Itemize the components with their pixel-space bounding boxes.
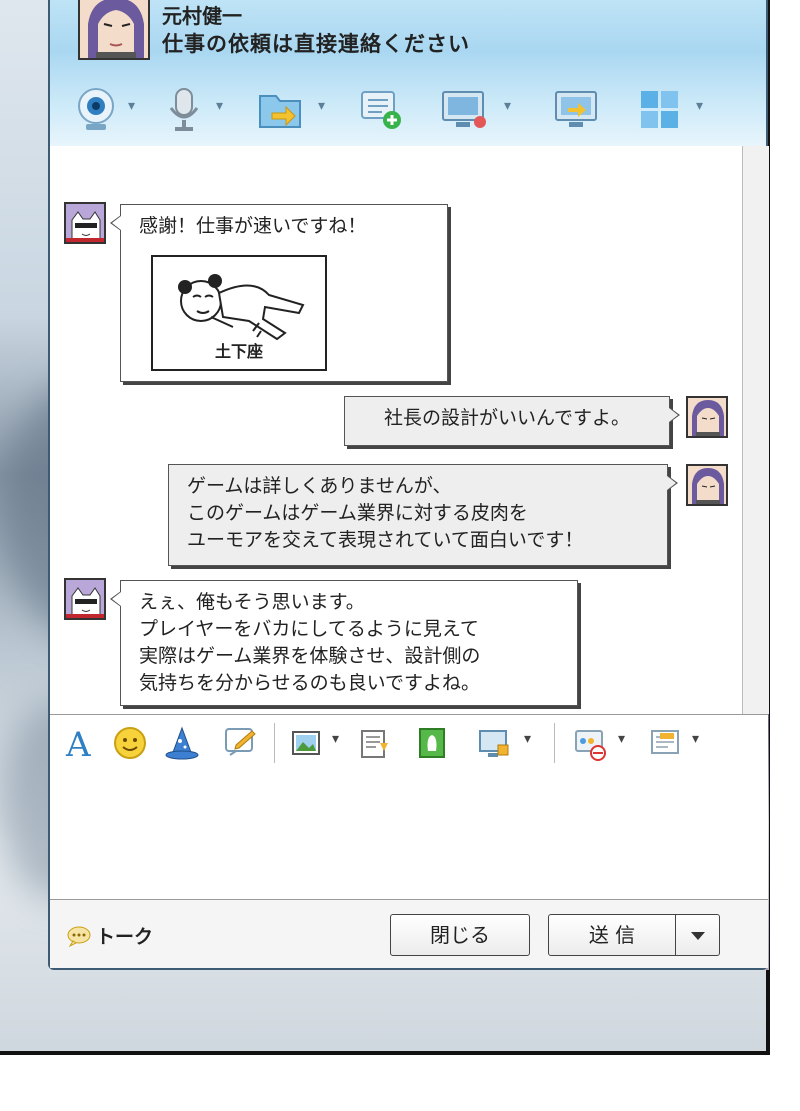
bowing-panda-drawing	[178, 274, 305, 341]
bubble-tail	[667, 475, 678, 491]
history-dropdown-icon[interactable]: ▾	[692, 731, 699, 747]
toolbar-divider	[274, 723, 275, 763]
sender-avatar	[64, 578, 106, 620]
title-bar: 元村健一 仕事の依頼は直接連絡ください ▾ ▾ ▾ ▾ ▾	[50, 0, 766, 147]
file-transfer-dropdown-icon[interactable]: ▾	[318, 98, 325, 114]
bubble-tail	[110, 591, 121, 607]
screen-share-dropdown-icon[interactable]: ▾	[504, 98, 511, 114]
sender-avatar	[64, 202, 106, 244]
apps-dropdown-icon[interactable]: ▾	[696, 98, 703, 114]
screen-capture-icon[interactable]	[476, 725, 512, 761]
message-text-line: ゲームは詳しくありませんが、	[187, 475, 452, 497]
microphone-icon[interactable]	[164, 86, 204, 132]
message-text-line: 実際はゲーム業界を体験させ、設計側の	[139, 645, 481, 667]
handwriting-icon[interactable]	[222, 725, 258, 761]
message-text: 感謝！仕事が速いですね！	[139, 215, 367, 237]
contact-avatar[interactable]	[78, 0, 150, 60]
image-dropdown-icon[interactable]: ▾	[332, 731, 339, 747]
microphone-dropdown-icon[interactable]: ▾	[216, 98, 223, 114]
chat-window: 元村健一 仕事の依頼は直接連絡ください ▾ ▾ ▾ ▾ ▾ 感謝！仕事が速いです…	[48, 0, 769, 970]
message-input-area[interactable]	[50, 771, 768, 900]
message-bubble-sent: 社長の設計がいいんですよ。	[344, 396, 680, 446]
message-text-line: このゲームはゲーム業界に対する皮肉を	[187, 502, 528, 524]
contact-status-message: 仕事の依頼は直接連絡ください	[162, 32, 470, 56]
send-label: 送 信	[588, 923, 636, 947]
message-text-line: ユーモアを交えて表現されていて面白いです！	[187, 529, 584, 551]
bubble-tail	[669, 407, 680, 423]
sticker-icon[interactable]	[414, 725, 450, 761]
screen-share-icon[interactable]	[440, 86, 490, 132]
block-dropdown-icon[interactable]: ▾	[618, 731, 625, 747]
contact-name: 元村健一	[162, 4, 242, 28]
message-text-line: 気持ちを分からせるのも良いですよね。	[139, 672, 481, 694]
message-history: 感謝！仕事が速いですね！ 土下座 社長の設計がいいんですよ。 ゲームは詳しくあり…	[50, 146, 742, 714]
my-avatar	[686, 464, 728, 506]
file-transfer-icon[interactable]	[256, 86, 304, 132]
message-text-line: プレイヤーをバカにしてるように見えて	[139, 618, 479, 640]
svg-text:A: A	[65, 725, 91, 761]
emoji-icon[interactable]	[112, 725, 148, 761]
format-toolbar: A ▾ ▾ ▾ ▾	[50, 714, 768, 772]
screen-capture-dropdown-icon[interactable]: ▾	[524, 731, 531, 747]
send-options-dropdown[interactable]	[675, 915, 720, 955]
sticker-caption: 土下座	[214, 342, 263, 361]
send-button[interactable]: 送 信	[548, 914, 720, 956]
message-text-line: えぇ、俺もそう思います。	[139, 591, 365, 613]
bubble-tail	[110, 215, 121, 231]
webcam-icon[interactable]	[74, 86, 118, 132]
magic-hat-icon[interactable]	[164, 725, 200, 761]
message-bubble-sent: ゲームは詳しくありませんが、 このゲームはゲーム業界に対する皮肉を ユーモアを交…	[168, 464, 678, 566]
talk-status[interactable]: トーク	[66, 922, 153, 949]
message-bubble-received: 感謝！仕事が速いですね！ 土下座	[110, 204, 448, 382]
speech-bubble-icon	[67, 926, 91, 947]
webcam-dropdown-icon[interactable]: ▾	[128, 98, 135, 114]
close-button[interactable]: 閉じる	[390, 914, 530, 956]
apps-grid-icon[interactable]	[638, 86, 682, 132]
block-icon[interactable]	[572, 725, 608, 761]
new-message-icon[interactable]	[358, 86, 404, 132]
message-bubble-received: えぇ、俺もそう思います。 プレイヤーをバカにしてるように見えて 実際はゲーム業界…	[110, 580, 578, 706]
screenshot-icon[interactable]	[356, 725, 392, 761]
sticker-image: 土下座	[151, 255, 327, 371]
bottom-bar: トーク 閉じる 送 信	[50, 900, 768, 968]
font-icon[interactable]: A	[62, 725, 98, 765]
toolbar-divider	[554, 723, 555, 763]
image-icon[interactable]	[288, 725, 324, 761]
my-avatar	[686, 396, 728, 438]
top-toolbar: ▾ ▾ ▾ ▾ ▾	[68, 86, 748, 136]
chat-scrollbar[interactable]	[742, 146, 769, 714]
talk-label: トーク	[96, 926, 154, 948]
remote-desktop-icon[interactable]	[552, 86, 602, 132]
message-text: 社長の設計がいいんですよ。	[383, 407, 631, 429]
chevron-down-icon	[691, 932, 705, 940]
message-history-icon[interactable]	[648, 725, 684, 761]
